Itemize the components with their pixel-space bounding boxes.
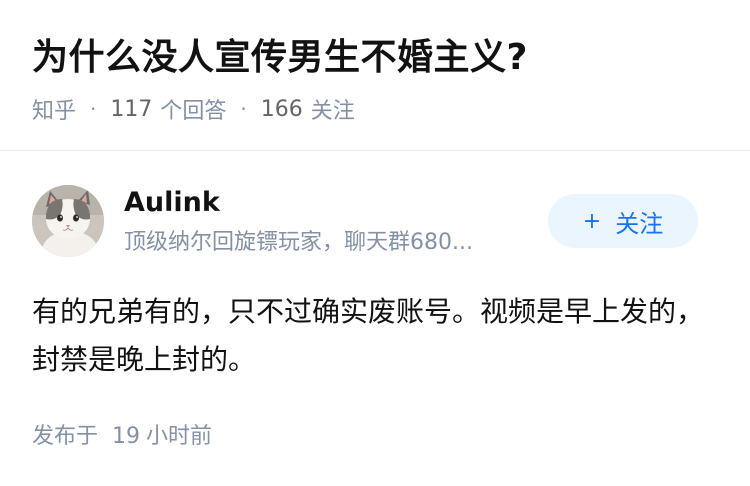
question-title[interactable]: 为什么没人宣传男生不婚主义? bbox=[32, 34, 528, 82]
answers-count: 117 bbox=[110, 96, 153, 122]
source-label[interactable]: 知乎 bbox=[32, 93, 76, 125]
cat-avatar-icon bbox=[32, 185, 104, 257]
avatar[interactable] bbox=[32, 185, 104, 257]
follow-button-label: 关注 bbox=[615, 209, 664, 238]
follow-button[interactable]: + 关注 bbox=[548, 194, 698, 248]
meta-separator: · bbox=[90, 97, 97, 121]
answer-content[interactable]: 有的兄弟有的，只不过确实废账号。视频是早上发的，封禁是晚上封的。 bbox=[32, 288, 718, 384]
post-time-unit: 小时前 bbox=[146, 424, 213, 449]
followers-label: 关注 bbox=[310, 99, 355, 124]
followers-count: 166 bbox=[260, 96, 303, 122]
post-time: 发布于 19 小时前 bbox=[32, 418, 212, 450]
author-bio: 顶级纳尔回旋镖玩家，聊天群680... bbox=[124, 230, 473, 255]
question-meta: 知乎 · 117 个回答 · 166 关注 bbox=[32, 92, 355, 126]
post-time-prefix: 发布于 bbox=[32, 424, 99, 449]
author-name[interactable]: Aulink bbox=[124, 184, 220, 222]
author-row: Aulink 顶级纳尔回旋镖玩家，聊天群680... + 关注 bbox=[32, 184, 722, 260]
question-header: 为什么没人宣传男生不婚主义? 知乎 · 117 个回答 · 166 关注 bbox=[0, 0, 750, 151]
post-time-value: 19 bbox=[112, 424, 141, 449]
answers-label[interactable]: 个回答 bbox=[160, 93, 226, 125]
plus-icon: + bbox=[582, 208, 602, 234]
meta-separator: · bbox=[240, 97, 247, 121]
